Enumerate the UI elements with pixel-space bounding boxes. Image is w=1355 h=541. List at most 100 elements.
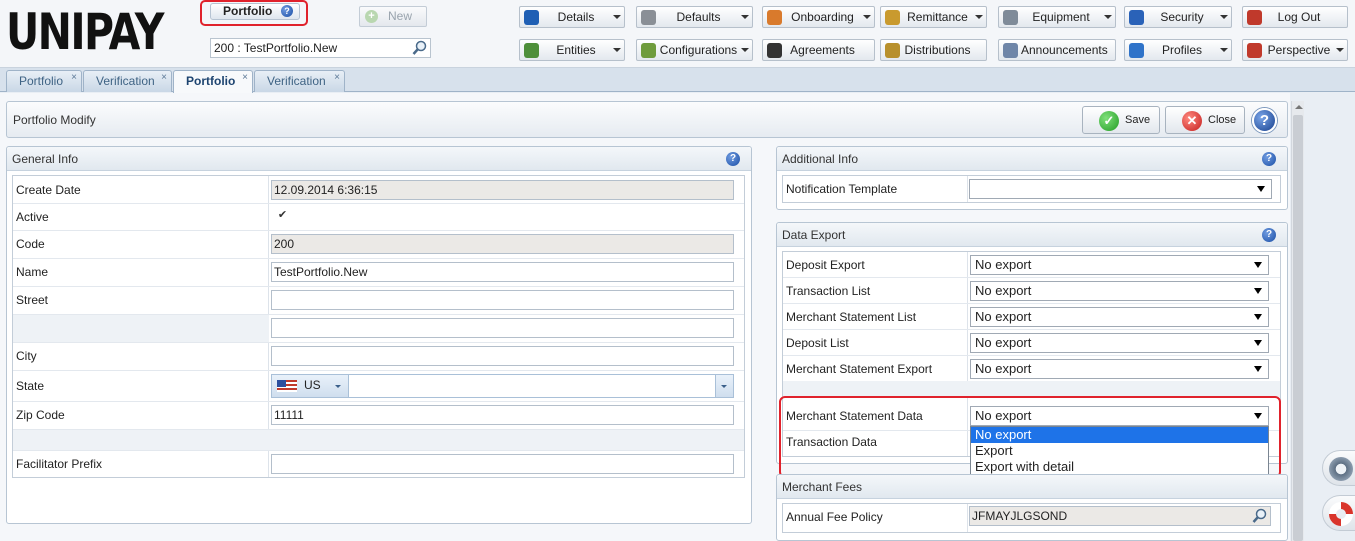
state-select[interactable]: US xyxy=(271,374,734,398)
tab-portfolio-active[interactable]: Portfolio × xyxy=(173,70,253,93)
support-float-button[interactable] xyxy=(1322,495,1355,531)
deposit-export-label: Deposit Export xyxy=(786,258,865,272)
close-button[interactable]: ✕ Close xyxy=(1165,106,1245,134)
equipment-menu-button[interactable]: Equipment xyxy=(998,6,1116,28)
chevron-down-icon xyxy=(721,385,727,388)
save-button[interactable]: ✓ Save xyxy=(1082,106,1160,134)
menu-label: Onboarding xyxy=(791,10,854,24)
chevron-down-icon xyxy=(1254,366,1262,372)
country-code: US xyxy=(304,378,321,392)
configurations-menu-button[interactable]: Configurations xyxy=(636,39,753,61)
scroll-thumb[interactable] xyxy=(1293,115,1303,541)
new-button[interactable]: + New xyxy=(359,6,427,27)
logout-icon xyxy=(1247,10,1262,25)
street-field[interactable] xyxy=(271,290,734,310)
panel-title: General Info xyxy=(12,152,79,166)
city-label: City xyxy=(16,349,37,363)
merchant-statement-list-select[interactable]: No export xyxy=(970,307,1269,327)
close-icon[interactable]: × xyxy=(334,68,340,88)
remittance-menu-button[interactable]: Remittance xyxy=(880,6,987,28)
notification-template-label: Notification Template xyxy=(786,182,898,196)
scroll-up-arrow[interactable] xyxy=(1295,105,1303,109)
settings-float-button[interactable] xyxy=(1322,450,1355,486)
profiles-menu-button[interactable]: Profiles xyxy=(1124,39,1232,61)
transaction-list-select[interactable]: No export xyxy=(970,281,1269,301)
help-icon[interactable]: ? xyxy=(1252,108,1277,133)
create-date-field: 12.09.2014 6:36:15 xyxy=(271,180,734,200)
name-label: Name xyxy=(16,265,49,279)
create-date-label: Create Date xyxy=(16,183,81,197)
chevron-down-icon xyxy=(1257,186,1265,192)
tab-portfolio-1[interactable]: Portfolio × xyxy=(6,70,82,92)
close-icon[interactable]: × xyxy=(242,68,248,88)
select-value: No export xyxy=(975,361,1032,376)
profile-icon xyxy=(1129,43,1144,58)
mail-icon xyxy=(1003,43,1018,58)
city-field[interactable] xyxy=(271,346,734,366)
app-logo: UNIPAY xyxy=(6,3,164,61)
select-value: No export xyxy=(975,335,1032,350)
perspective-menu-button[interactable]: Perspective xyxy=(1242,39,1348,61)
street-2-field[interactable] xyxy=(271,318,734,338)
chevron-down-icon xyxy=(741,48,749,52)
zip-field[interactable]: 11111 xyxy=(271,405,734,425)
notification-template-select[interactable] xyxy=(969,179,1272,199)
entities-menu-button[interactable]: Entities xyxy=(519,39,625,61)
annual-fee-policy-label: Annual Fee Policy xyxy=(786,510,883,524)
name-field[interactable]: TestPortfolio.New xyxy=(271,262,734,282)
menu-label: Entities xyxy=(556,43,596,57)
tab-strip: Portfolio × Verification × Portfolio × V… xyxy=(0,68,1355,93)
shield-icon xyxy=(1129,10,1144,25)
close-icon[interactable]: × xyxy=(161,68,167,88)
menu-label: Security xyxy=(1160,10,1204,24)
highlight-annotation xyxy=(779,396,1281,478)
annual-fee-policy-field[interactable]: JFMAYJLGSOND xyxy=(969,506,1271,526)
config-icon xyxy=(641,43,656,58)
search-icon[interactable] xyxy=(412,40,428,61)
active-checkbox[interactable]: ✔ xyxy=(276,209,289,222)
handshake-icon xyxy=(767,43,782,58)
tab-verification-1[interactable]: Verification × xyxy=(83,70,172,92)
zip-label: Zip Code xyxy=(16,408,65,422)
help-icon[interactable]: ? xyxy=(281,5,293,17)
agreements-menu-button[interactable]: Agreements xyxy=(762,39,875,61)
page-header: Portfolio Modify ✓ Save ✕ Close ? xyxy=(6,101,1288,138)
announcements-menu-button[interactable]: Announcements xyxy=(998,39,1116,61)
annual-fee-policy-value: JFMAYJLGSOND xyxy=(972,509,1068,523)
vertical-scrollbar[interactable] xyxy=(1291,101,1304,541)
search-icon[interactable] xyxy=(1252,508,1268,529)
code-field: 200 xyxy=(271,234,734,254)
facilitator-prefix-field[interactable] xyxy=(271,454,734,474)
country-selector[interactable]: US xyxy=(272,375,349,397)
log-out-menu-button[interactable]: Log Out xyxy=(1242,6,1348,28)
info-icon xyxy=(524,10,539,25)
details-menu-button[interactable]: Details xyxy=(519,6,625,28)
transaction-list-label: Transaction List xyxy=(786,284,871,298)
security-menu-button[interactable]: Security xyxy=(1124,6,1232,28)
chevron-down-icon xyxy=(863,15,871,19)
deposit-export-select[interactable]: No export xyxy=(970,255,1269,275)
current-tab-label: Portfolio xyxy=(223,4,273,18)
current-tab-button[interactable]: Portfolio ? xyxy=(210,3,300,20)
street-label: Street xyxy=(16,293,49,307)
close-icon[interactable]: × xyxy=(71,68,77,88)
distributions-menu-button[interactable]: Distributions xyxy=(880,39,987,61)
add-icon: + xyxy=(365,10,378,23)
select-value: No export xyxy=(975,309,1032,324)
merchant-statement-export-select[interactable]: No export xyxy=(970,359,1269,379)
deposit-list-select[interactable]: No export xyxy=(970,333,1269,353)
state-dropdown-button[interactable] xyxy=(715,375,733,397)
onboarding-menu-button[interactable]: Onboarding xyxy=(762,6,875,28)
help-icon[interactable]: ? xyxy=(1262,228,1276,242)
menu-label: Agreements xyxy=(790,43,855,57)
tab-verification-2[interactable]: Verification × xyxy=(254,70,345,92)
chevron-down-icon xyxy=(335,385,341,388)
tab-label: Portfolio xyxy=(186,74,236,88)
help-icon[interactable]: ? xyxy=(1262,152,1276,166)
defaults-menu-button[interactable]: Defaults xyxy=(636,6,753,28)
help-icon[interactable]: ? xyxy=(726,152,740,166)
menu-label: Log Out xyxy=(1277,10,1321,24)
pie-icon xyxy=(524,43,539,58)
top-bar: UNIPAY Portfolio ? + New 200 : TestPortf… xyxy=(0,0,1355,68)
search-input[interactable]: 200 : TestPortfolio.New xyxy=(210,38,431,58)
